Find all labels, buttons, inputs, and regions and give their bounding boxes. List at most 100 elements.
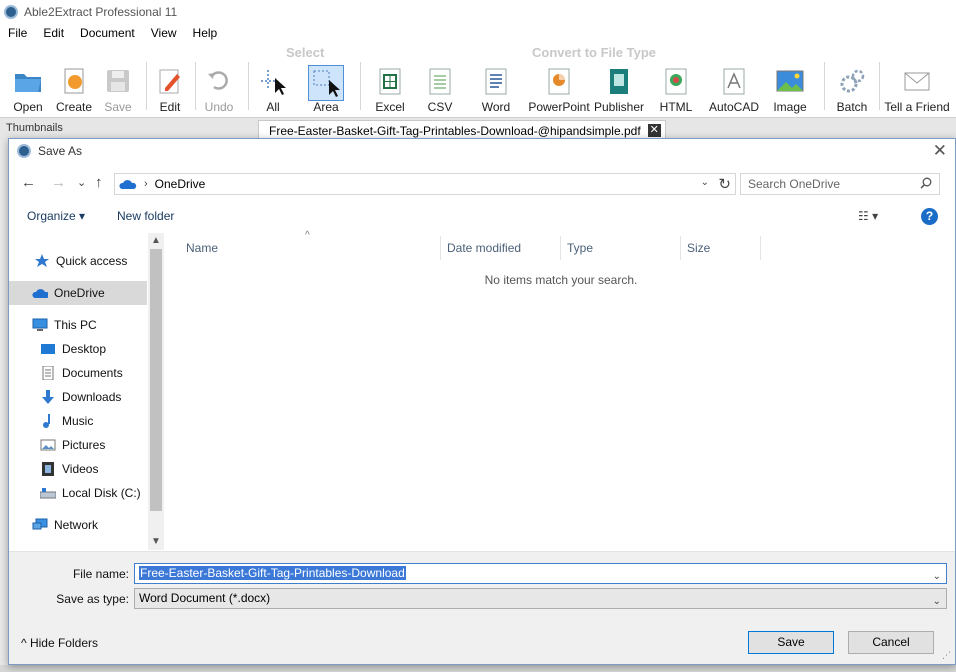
hide-folders-toggle[interactable]: ^ Hide Folders xyxy=(21,636,98,650)
edit-button[interactable]: Edit xyxy=(154,60,186,114)
new-folder-button[interactable]: New folder xyxy=(117,209,174,223)
column-header-name[interactable]: Name xyxy=(180,236,441,260)
close-tab-icon[interactable]: ✕ xyxy=(647,124,661,137)
up-arrow-icon[interactable]: ↑ xyxy=(95,175,103,191)
convert-powerpoint-button[interactable]: PowerPoint xyxy=(528,60,590,114)
select-area-button[interactable]: Area xyxy=(308,60,344,114)
file-name-value: Free-Easter-Basket-Gift-Tag-Printables-D… xyxy=(139,566,406,580)
file-name-input[interactable]: Free-Easter-Basket-Gift-Tag-Printables-D… xyxy=(134,563,947,584)
save-toolbar-button[interactable]: Save xyxy=(102,60,134,114)
address-bar[interactable]: › OneDrive ⌄ ↻ xyxy=(114,173,736,195)
convert-html-button[interactable]: HTML xyxy=(658,60,694,114)
scrollbar-thumb[interactable] xyxy=(150,249,162,511)
help-icon[interactable]: ? xyxy=(921,208,938,225)
resize-grip-icon[interactable]: ⋰ xyxy=(942,650,951,661)
nav-item-pictures[interactable]: Pictures xyxy=(9,433,147,457)
onedrive-cloud-icon xyxy=(119,179,137,190)
nav-item-this-pc[interactable]: This PC xyxy=(9,313,147,337)
csv-icon xyxy=(425,66,455,96)
save-as-type-select[interactable]: Word Document (*.docx) ⌄ xyxy=(134,588,947,609)
save-button[interactable]: Save xyxy=(748,631,834,654)
nav-item-documents[interactable]: Documents xyxy=(9,361,147,385)
nav-item-music[interactable]: Music xyxy=(9,409,147,433)
desktop-icon xyxy=(40,342,56,356)
music-note-icon xyxy=(40,414,56,428)
search-input[interactable]: Search OneDrive xyxy=(740,173,940,195)
save-as-type-value: Word Document (*.docx) xyxy=(139,591,271,605)
nav-item-onedrive[interactable]: OneDrive xyxy=(9,281,147,305)
envelope-icon xyxy=(902,66,932,96)
open-button[interactable]: Open xyxy=(10,60,46,114)
autocad-icon xyxy=(719,66,749,96)
app-logo-icon xyxy=(4,5,18,19)
create-button[interactable]: Create xyxy=(56,60,92,114)
menu-view[interactable]: View xyxy=(143,26,185,40)
navigation-scrollbar[interactable]: ▲ ▼ xyxy=(148,233,164,550)
convert-csv-button[interactable]: CSV xyxy=(422,60,458,114)
word-document-icon xyxy=(481,66,511,96)
document-tab[interactable]: Free-Easter-Basket-Gift-Tag-Printables-D… xyxy=(258,120,666,140)
pencil-edit-icon xyxy=(155,66,185,96)
column-header-type[interactable]: Type xyxy=(561,236,681,260)
toolbar-divider xyxy=(248,62,249,110)
save-as-dialog: Save As ✕ ← → ⌄ ↑ › OneDrive ⌄ ↻ Search … xyxy=(8,138,956,665)
undo-button[interactable]: Undo xyxy=(203,60,235,114)
column-header-date-modified[interactable]: Date modified xyxy=(441,236,561,260)
chevron-down-icon[interactable]: ⌄ xyxy=(933,592,941,611)
cancel-button[interactable]: Cancel xyxy=(848,631,934,654)
forward-arrow-icon[interactable]: → xyxy=(51,175,66,191)
scroll-up-icon[interactable]: ▲ xyxy=(151,235,161,246)
scroll-down-icon[interactable]: ▼ xyxy=(151,536,161,547)
search-icon xyxy=(920,177,932,189)
convert-autocad-button[interactable]: AutoCAD xyxy=(709,60,759,114)
menu-file[interactable]: File xyxy=(0,26,35,40)
refresh-icon[interactable]: ↻ xyxy=(718,175,731,193)
new-document-icon xyxy=(59,66,89,96)
dialog-close-icon[interactable]: ✕ xyxy=(933,142,947,159)
recent-locations-icon[interactable]: ⌄ xyxy=(77,175,86,191)
change-view-button[interactable]: ☷ ▾ xyxy=(858,209,878,223)
menu-help[interactable]: Help xyxy=(185,26,226,40)
file-name-label: File name: xyxy=(72,567,129,581)
batch-button[interactable]: Batch xyxy=(834,60,870,114)
convert-group-label: Convert to File Type xyxy=(532,45,656,60)
folder-open-icon xyxy=(13,66,43,96)
menubar: File Edit Document View Help xyxy=(0,24,956,42)
html-globe-icon xyxy=(661,66,691,96)
navigation-pane: Quick access OneDrive This PC Desktop Do… xyxy=(9,233,164,550)
onedrive-cloud-icon xyxy=(32,286,50,300)
select-area-cursor-icon xyxy=(308,65,344,101)
nav-item-network[interactable]: Network xyxy=(9,513,147,537)
select-all-button[interactable]: All xyxy=(257,60,289,114)
thumbnails-tab[interactable]: Thumbnails xyxy=(6,122,63,134)
address-dropdown-icon[interactable]: ⌄ xyxy=(701,177,709,188)
nav-item-local-disk[interactable]: Local Disk (C:) xyxy=(9,481,147,505)
convert-word-button[interactable]: Word xyxy=(478,60,514,114)
convert-excel-button[interactable]: Excel xyxy=(372,60,408,114)
back-arrow-icon[interactable]: ← xyxy=(21,175,36,191)
breadcrumb-onedrive[interactable]: OneDrive xyxy=(155,177,206,191)
nav-item-desktop[interactable]: Desktop xyxy=(9,337,147,361)
convert-image-button[interactable]: Image xyxy=(772,60,808,114)
convert-publisher-button[interactable]: Publisher xyxy=(594,60,644,114)
toolbar-divider xyxy=(146,62,147,110)
excel-icon xyxy=(375,66,405,96)
nav-item-videos[interactable]: Videos xyxy=(9,457,147,481)
breadcrumb-chevron-icon: › xyxy=(144,178,148,190)
toolbar-divider xyxy=(360,62,361,110)
menu-edit[interactable]: Edit xyxy=(35,26,72,40)
pictures-icon xyxy=(40,438,56,452)
nav-item-downloads[interactable]: Downloads xyxy=(9,385,147,409)
dialog-title: Save As xyxy=(38,144,83,158)
star-icon xyxy=(34,254,50,268)
chevron-down-icon[interactable]: ⌄ xyxy=(933,567,941,586)
menu-document[interactable]: Document xyxy=(72,26,143,40)
image-icon xyxy=(775,66,805,96)
tell-a-friend-button[interactable]: Tell a Friend xyxy=(884,60,950,114)
undo-arrow-icon xyxy=(204,66,234,96)
nav-item-quick-access[interactable]: Quick access xyxy=(9,249,147,273)
column-header-size[interactable]: Size xyxy=(681,236,761,260)
command-bar: Organize ▾ New folder ☷ ▾ ? xyxy=(9,205,955,229)
organize-button[interactable]: Organize ▾ xyxy=(27,209,85,223)
app-title: Able2Extract Professional 11 xyxy=(24,5,178,19)
